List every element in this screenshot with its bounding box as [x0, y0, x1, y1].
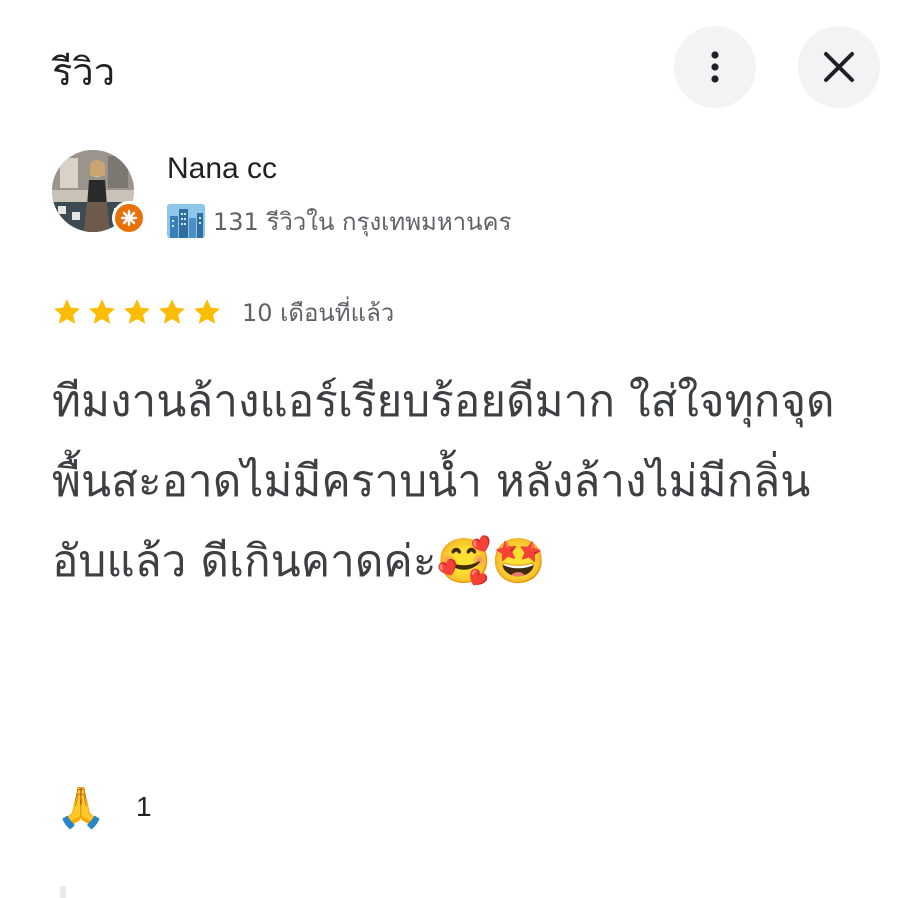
- page-title: รีวิว: [52, 50, 116, 94]
- reaction-count: 1: [136, 791, 152, 822]
- reaction-button[interactable]: 🙏 1: [56, 776, 152, 838]
- next-item-edge: [60, 886, 66, 898]
- more-vert-icon: [711, 51, 719, 83]
- review-date: 10 เดือนที่แล้ว: [242, 298, 395, 327]
- local-guide-badge-icon: [112, 201, 146, 235]
- star-icon: [54, 299, 80, 324]
- star-icon: [194, 299, 220, 324]
- close-icon: [824, 52, 854, 82]
- reviewer-meta[interactable]: 131 รีวิวใน กรุงเทพมหานคร: [167, 202, 512, 240]
- reviewer-name[interactable]: Nana cc: [167, 148, 277, 190]
- folded-hands-icon: 🙏: [56, 784, 106, 831]
- star-icon: [124, 299, 150, 324]
- star-rating: [52, 297, 227, 327]
- star-icon: [159, 299, 185, 324]
- review-count-location: 131 รีวิวใน กรุงเทพมหานคร: [213, 207, 512, 236]
- more-options-button[interactable]: [674, 26, 756, 108]
- close-button[interactable]: [798, 26, 880, 108]
- review-text: ทีมงานล้างแอร์เรียบร้อยดีมาก ใส่ใจทุกจุด…: [52, 376, 835, 587]
- city-skyline-icon: [167, 204, 205, 238]
- rating-row: 10 เดือนที่แล้ว: [52, 290, 394, 334]
- star-icon: [89, 299, 115, 324]
